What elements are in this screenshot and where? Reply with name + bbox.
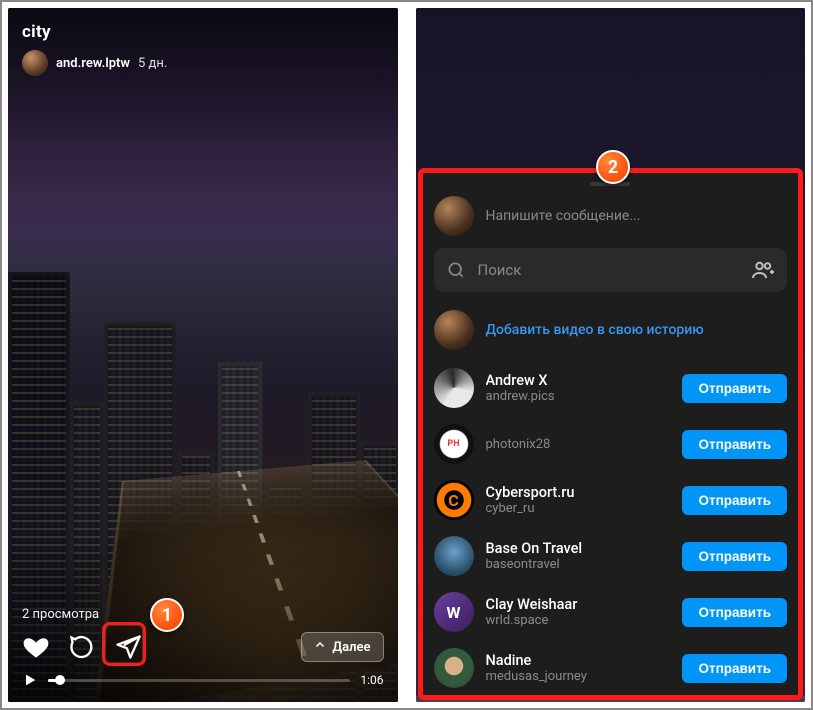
avatar[interactable] — [434, 592, 474, 632]
next-button[interactable]: Далее — [301, 632, 383, 662]
send-button[interactable]: Отправить — [682, 542, 787, 571]
play-icon[interactable] — [22, 672, 38, 688]
avatar[interactable] — [434, 480, 474, 520]
list-item: Base On Travel baseontravel Отправить — [434, 528, 788, 584]
poster-avatar[interactable] — [22, 50, 48, 76]
next-label: Далее — [332, 640, 370, 655]
self-avatar — [434, 196, 474, 236]
add-group-icon[interactable] — [751, 258, 775, 282]
contact-handle: photonix28 — [486, 437, 671, 452]
list-item: Cybersport.ru cyber_ru Отправить — [434, 472, 788, 528]
search-icon — [446, 260, 466, 280]
step-badge-2: 2 — [596, 150, 630, 184]
contact-handle: medusas_journey — [486, 669, 671, 684]
send-button[interactable]: Отправить — [682, 430, 787, 459]
send-button[interactable]: Отправить — [682, 598, 787, 627]
contact-name: Nadine — [486, 652, 671, 669]
send-button[interactable]: Отправить — [682, 486, 787, 515]
share-sheet: Напишите сообщение... Поиск Добавить вид… — [420, 172, 802, 698]
search-bar[interactable]: Поиск — [434, 248, 788, 292]
step-badge-1: 1 — [150, 598, 184, 632]
add-to-story[interactable]: Добавить видео в свою историю — [434, 302, 788, 360]
igtv-panel: city and.rew.lptw 5 дн. 2 просмотра — [8, 8, 398, 702]
list-item: Clay Weishaar wrld.space Отправить — [434, 584, 788, 640]
list-item: photonix28 Отправить — [434, 416, 788, 472]
contacts-list: Andrew X andrew.pics Отправить photonix2… — [434, 360, 788, 698]
contact-name: Clay Weishaar — [486, 596, 671, 613]
contact-handle: cyber_ru — [486, 501, 671, 516]
avatar[interactable] — [434, 536, 474, 576]
avatar[interactable] — [434, 424, 474, 464]
contact-handle: wrld.space — [486, 613, 671, 628]
share-sheet-panel: Напишите сообщение... Поиск Добавить вид… — [416, 8, 806, 702]
add-to-story-label: Добавить видео в свою историю — [486, 322, 704, 338]
list-item: Nadine medusas_journey Отправить — [434, 640, 788, 696]
avatar[interactable] — [434, 368, 474, 408]
avatar[interactable] — [434, 648, 474, 688]
contact-name: Base On Travel — [486, 540, 671, 557]
contact-handle: baseontravel — [486, 557, 671, 572]
contact-name: Andrew X — [486, 372, 671, 389]
list-item: КОНКУРСЫ ★ РОЗЫГРЫШИ … Отправить — [434, 696, 788, 698]
like-icon[interactable] — [22, 633, 50, 661]
contact-name: Cybersport.ru — [486, 484, 671, 501]
list-item: Andrew X andrew.pics Отправить — [434, 360, 788, 416]
progress-bar[interactable] — [48, 679, 350, 682]
view-count: 2 просмотра — [22, 607, 384, 622]
send-button[interactable]: Отправить — [682, 654, 787, 683]
highlight-share — [102, 622, 146, 666]
post-age: 5 дн. — [138, 56, 167, 71]
story-avatar — [434, 310, 474, 350]
chevron-up-icon — [314, 639, 326, 655]
contact-handle: andrew.pics — [486, 389, 671, 404]
duration: 1:06 — [360, 673, 383, 687]
send-button[interactable]: Отправить — [682, 374, 787, 403]
video-title: city — [22, 22, 167, 42]
search-placeholder: Поиск — [478, 261, 740, 279]
poster-username[interactable]: and.rew.lptw — [56, 56, 130, 71]
comment-icon[interactable] — [68, 633, 96, 661]
message-input[interactable]: Напишите сообщение... — [486, 208, 788, 224]
